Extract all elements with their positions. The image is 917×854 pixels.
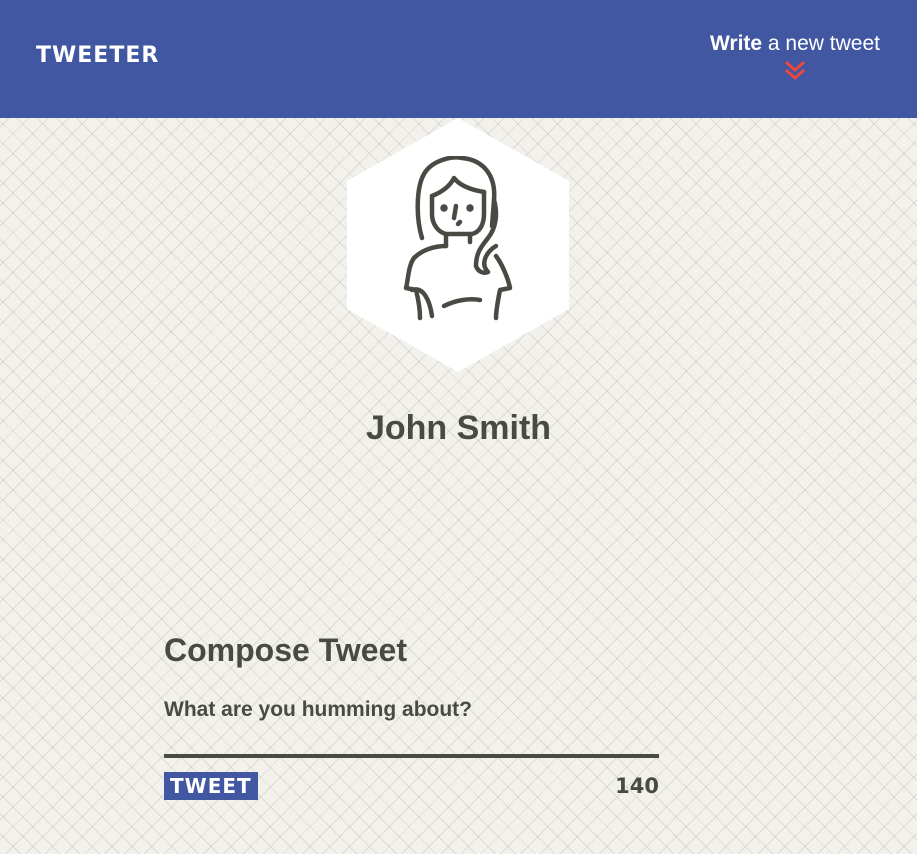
compose-footer: TWEET 140: [164, 772, 659, 802]
write-new-tweet-bold: Write: [709, 32, 763, 55]
compose-tweet-title: Compose Tweet: [164, 632, 407, 668]
write-new-tweet-rest: a new tweet: [767, 32, 880, 55]
brand-logo[interactable]: TWEETER: [36, 42, 159, 70]
tweet-text-input[interactable]: [164, 698, 659, 758]
compose-tweet-form: Compose Tweet TWEET 140: [164, 628, 659, 802]
user-profile: John Smith: [0, 118, 917, 458]
character-counter: 140: [615, 774, 659, 798]
top-nav: TWEETER Write a new tweet: [0, 0, 917, 118]
double-chevron-down-icon[interactable]: [784, 60, 806, 82]
tweet-submit-button[interactable]: TWEET: [164, 772, 258, 800]
person-avatar-icon: [403, 156, 513, 321]
write-new-tweet-label[interactable]: Write a new tweet: [710, 30, 880, 58]
user-name: John Smith: [365, 409, 552, 447]
write-new-tweet-toggle[interactable]: Write a new tweet: [710, 30, 880, 82]
